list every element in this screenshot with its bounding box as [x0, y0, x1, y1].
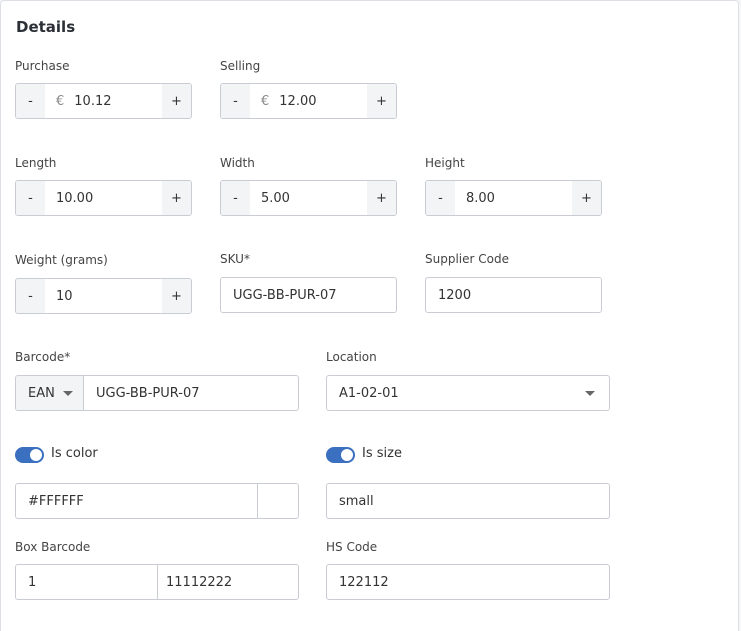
sku-input[interactable]: UGG-BB-PUR-07: [220, 277, 397, 313]
supplier-code-input[interactable]: 1200: [425, 277, 602, 313]
currency-symbol: €: [56, 93, 65, 109]
purchase-input[interactable]: € 10.12: [45, 84, 162, 118]
size-value: small: [339, 493, 374, 509]
is-size-label: Is size: [362, 446, 402, 461]
barcode-type-value: EAN: [28, 385, 55, 401]
supplier-code-value: 1200: [438, 287, 472, 303]
purchase-decrement-button[interactable]: -: [16, 84, 45, 118]
width-value: 5.00: [261, 190, 290, 206]
height-label: Height: [425, 156, 465, 170]
length-label: Length: [15, 156, 57, 170]
length-increment-button[interactable]: +: [162, 181, 191, 215]
sku-value: UGG-BB-PUR-07: [233, 287, 337, 303]
weight-increment-button[interactable]: +: [162, 279, 191, 313]
length-stepper: - 10.00 +: [15, 180, 192, 216]
height-increment-button[interactable]: +: [572, 181, 601, 215]
selling-stepper: - € 12.00 +: [220, 83, 397, 119]
selling-input[interactable]: € 12.00: [250, 84, 367, 118]
selling-decrement-button[interactable]: -: [221, 84, 250, 118]
weight-input[interactable]: 10: [45, 279, 162, 313]
toggle-knob: [341, 449, 353, 461]
width-label: Width: [220, 156, 255, 170]
box-barcode-label: Box Barcode: [15, 540, 91, 554]
purchase-stepper: - € 10.12 +: [15, 83, 192, 119]
height-input[interactable]: 8.00: [455, 181, 572, 215]
barcode-value: UGG-BB-PUR-07: [96, 385, 200, 401]
color-hex-input[interactable]: #FFFFFF: [16, 484, 257, 518]
length-input[interactable]: 10.00: [45, 181, 162, 215]
hs-code-input[interactable]: 122112: [326, 564, 610, 600]
location-select[interactable]: A1-02-01: [326, 375, 610, 411]
weight-decrement-button[interactable]: -: [16, 279, 45, 313]
purchase-value: 10.12: [74, 93, 112, 109]
location-value: A1-02-01: [339, 385, 399, 401]
height-decrement-button[interactable]: -: [426, 181, 455, 215]
chevron-down-icon: [585, 390, 595, 396]
box-barcode-quantity-input[interactable]: 1: [16, 565, 158, 599]
width-stepper: - 5.00 +: [220, 180, 397, 216]
purchase-increment-button[interactable]: +: [162, 84, 191, 118]
box-barcode-quantity-value: 1: [28, 574, 37, 590]
location-label: Location: [326, 350, 377, 364]
color-swatch[interactable]: [257, 484, 298, 518]
barcode-label: Barcode*: [15, 350, 71, 364]
box-barcode-field: 1 11112222: [15, 564, 299, 600]
is-color-toggle[interactable]: [15, 447, 44, 463]
weight-label: Weight (grams): [15, 253, 108, 267]
size-input[interactable]: small: [326, 483, 610, 519]
weight-value: 10: [56, 288, 73, 304]
section-title: Details: [16, 18, 76, 36]
width-decrement-button[interactable]: -: [221, 181, 250, 215]
width-increment-button[interactable]: +: [367, 181, 396, 215]
length-value: 10.00: [56, 190, 94, 206]
hs-code-value: 122112: [339, 574, 389, 590]
box-barcode-code-input[interactable]: 11112222: [158, 565, 298, 599]
chevron-down-icon: [62, 390, 73, 396]
details-card: Details Purchase - € 10.12 + Selling - €…: [0, 0, 739, 631]
supplier-code-label: Supplier Code: [425, 252, 509, 266]
is-size-toggle[interactable]: [326, 447, 355, 463]
is-color-label: Is color: [51, 446, 98, 461]
width-input[interactable]: 5.00: [250, 181, 367, 215]
toggle-knob: [30, 449, 42, 461]
box-barcode-code-value: 11112222: [166, 574, 233, 590]
sku-label: SKU*: [220, 252, 250, 266]
color-field: #FFFFFF: [15, 483, 299, 519]
height-stepper: - 8.00 +: [425, 180, 602, 216]
selling-label: Selling: [220, 59, 261, 73]
barcode-field: EAN UGG-BB-PUR-07: [15, 375, 299, 411]
height-value: 8.00: [466, 190, 495, 206]
color-hex-value: #FFFFFF: [28, 493, 84, 509]
weight-stepper: - 10 +: [15, 278, 192, 314]
purchase-label: Purchase: [15, 59, 70, 73]
hs-code-label: HS Code: [326, 540, 378, 554]
length-decrement-button[interactable]: -: [16, 181, 45, 215]
barcode-type-select[interactable]: EAN: [16, 376, 84, 410]
currency-symbol: €: [261, 93, 270, 109]
selling-value: 12.00: [279, 93, 317, 109]
barcode-input[interactable]: UGG-BB-PUR-07: [84, 376, 298, 410]
selling-increment-button[interactable]: +: [367, 84, 396, 118]
